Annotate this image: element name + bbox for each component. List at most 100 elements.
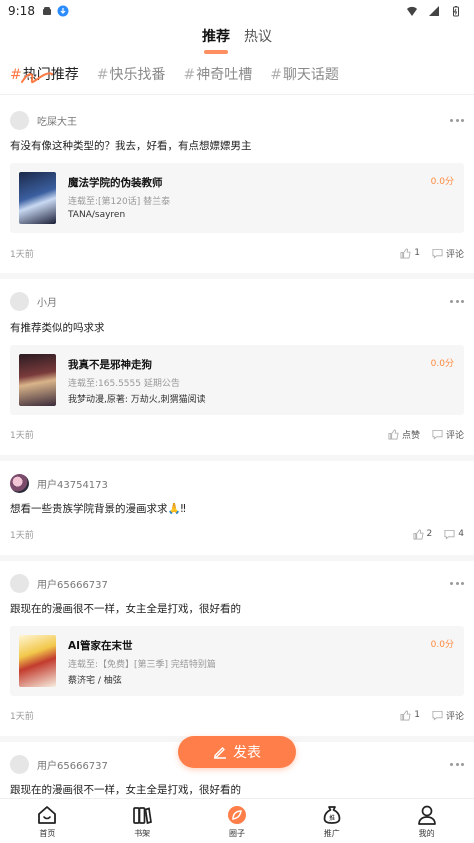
post-time: 1天前 <box>10 249 34 260</box>
wifi-icon <box>407 6 417 16</box>
thumb-up-icon <box>400 710 411 720</box>
comic-update-status: 连载至:【免费】[第三季] 完结特别篇 <box>68 660 216 670</box>
like-button[interactable]: 点赞 <box>388 428 420 441</box>
like-button[interactable]: 1 <box>400 710 420 721</box>
nav-circle[interactable]: 圈子 <box>190 799 285 843</box>
profile-icon <box>417 805 436 825</box>
comment-icon <box>432 248 443 258</box>
post-header: 吃屎大王 <box>10 109 464 131</box>
like-count: 1 <box>414 710 420 720</box>
topic-hash: # <box>96 67 109 83</box>
bottom-nav: 首页 书架 圈子 推 推广 我的 <box>0 798 474 843</box>
avatar[interactable] <box>10 291 29 311</box>
signal-icon <box>429 6 439 16</box>
comment-icon <box>444 529 455 539</box>
svg-text:推: 推 <box>329 814 335 822</box>
android-icon <box>42 7 51 15</box>
comic-card[interactable]: AI管家在末世 连载至:【免费】[第三季] 完结特别篇 蔡济宅 / 柚弦 0.0… <box>10 626 464 696</box>
top-tabs: 推荐 热议 <box>0 26 474 54</box>
topic-tabs: #热门推荐 #快乐找番 #神奇吐槽 #聊天话题 <box>10 64 464 88</box>
more-icon[interactable] <box>450 576 464 590</box>
avatar[interactable] <box>10 754 29 774</box>
comic-title: 魔法学院的伪装教师 <box>68 177 163 189</box>
topic-tab-label: 神奇吐槽 <box>196 67 253 83</box>
nav-label: 书架 <box>134 828 151 838</box>
post-separator <box>0 555 474 561</box>
more-icon[interactable] <box>450 757 464 771</box>
post-author[interactable]: 用户43754173 <box>37 476 108 491</box>
more-icon[interactable] <box>450 113 464 127</box>
post-author[interactable]: 吃屎大王 <box>37 113 77 128</box>
comment-button[interactable]: 4 <box>444 529 464 540</box>
battery-icon <box>453 6 459 17</box>
download-icon <box>57 5 69 17</box>
nav-label: 圈子 <box>228 828 245 838</box>
comic-card[interactable]: 我真不是邪神走狗 连载至:165.5555 延期公告 我梦动漫,原著: 万劫火,… <box>10 345 464 415</box>
comic-cover-image <box>19 354 56 406</box>
comic-cover-image <box>19 172 56 224</box>
comment-icon <box>432 429 443 439</box>
post-footer: 1天前 1 评论 <box>10 707 464 723</box>
comment-icon <box>432 710 443 720</box>
circle-icon <box>227 805 246 824</box>
comic-update-status: 连载至:165.5555 延期公告 <box>68 379 180 389</box>
topic-tab-chat[interactable]: #聊天话题 <box>270 64 339 88</box>
post-separator <box>0 455 474 461</box>
post-separator <box>0 273 474 279</box>
nav-promote[interactable]: 推 推广 <box>284 799 379 843</box>
comment-label: 评论 <box>445 249 464 260</box>
avatar[interactable] <box>10 573 29 593</box>
comic-author: 蔡济宅 / 柚弦 <box>68 676 122 686</box>
nav-label: 我的 <box>418 828 435 838</box>
avatar[interactable] <box>10 473 29 493</box>
comment-label: 评论 <box>445 711 464 722</box>
avatar[interactable] <box>10 110 29 130</box>
comment-button[interactable]: 评论 <box>432 247 464 260</box>
comment-count: 4 <box>458 529 464 539</box>
post-text: 有推荐类似的吗求求 <box>10 322 105 334</box>
post-author[interactable]: 用户65666737 <box>37 757 108 772</box>
post-author[interactable]: 用户65666737 <box>37 576 108 591</box>
post-author[interactable]: 小月 <box>37 294 57 309</box>
like-count: 点赞 <box>401 430 420 441</box>
post-time: 1天前 <box>10 530 34 541</box>
pencil-icon <box>214 747 226 759</box>
comic-card[interactable]: 魔法学院的伪装教师 连载至:[第120话] 替兰泰 TANA/sayren 0.… <box>10 163 464 233</box>
post-footer: 1天前 1 评论 <box>10 245 464 261</box>
promote-icon: 推 <box>323 805 341 824</box>
post-text: 跟现在的漫画很不一样，女主全是打戏，很好看的 <box>10 784 241 796</box>
comic-score: 0.0分 <box>430 177 454 187</box>
home-icon <box>38 805 57 824</box>
status-bar: 9:18 <box>0 0 474 22</box>
comment-button[interactable]: 评论 <box>432 709 464 722</box>
thumb-up-icon <box>388 429 399 439</box>
tab-hot-discussion[interactable]: 热议 <box>244 26 272 50</box>
post-header: 小月 <box>10 290 464 312</box>
tab-recommend[interactable]: 推荐 <box>202 26 230 54</box>
comic-score: 0.0分 <box>430 640 454 650</box>
topic-tab-anime-search[interactable]: #快乐找番 <box>97 64 166 88</box>
divider <box>0 94 474 95</box>
comic-title: 我真不是邪神走狗 <box>68 359 152 371</box>
nav-profile[interactable]: 我的 <box>379 799 474 843</box>
post-header: 用户43754173 <box>10 472 464 494</box>
highlight-scribble-icon <box>21 72 53 83</box>
like-button[interactable]: 1 <box>400 248 420 259</box>
post-text: 跟现在的漫画很不一样，女主全是打戏，很好看的 <box>10 603 241 615</box>
more-icon[interactable] <box>450 294 464 308</box>
nav-home[interactable]: 首页 <box>0 799 95 843</box>
comic-update-status: 连载至:[第120话] 替兰泰 <box>68 197 171 207</box>
status-time: 9:18 <box>8 4 35 18</box>
nav-bookshelf[interactable]: 书架 <box>95 799 190 843</box>
like-button[interactable]: 2 <box>413 529 433 540</box>
topic-tab-label: 快乐找番 <box>109 67 166 83</box>
topic-tab-label: 聊天话题 <box>282 67 339 83</box>
post-header: 用户65666737 <box>10 572 464 594</box>
like-count: 2 <box>426 529 433 539</box>
publish-button[interactable]: 发表 <box>178 736 296 768</box>
topic-tab-roast[interactable]: #神奇吐槽 <box>183 64 252 88</box>
nav-label: 首页 <box>39 828 56 838</box>
nav-label: 推广 <box>323 828 340 838</box>
topic-tab-hot-recommend[interactable]: #热门推荐 <box>10 64 79 88</box>
comment-button[interactable]: 评论 <box>432 428 464 441</box>
